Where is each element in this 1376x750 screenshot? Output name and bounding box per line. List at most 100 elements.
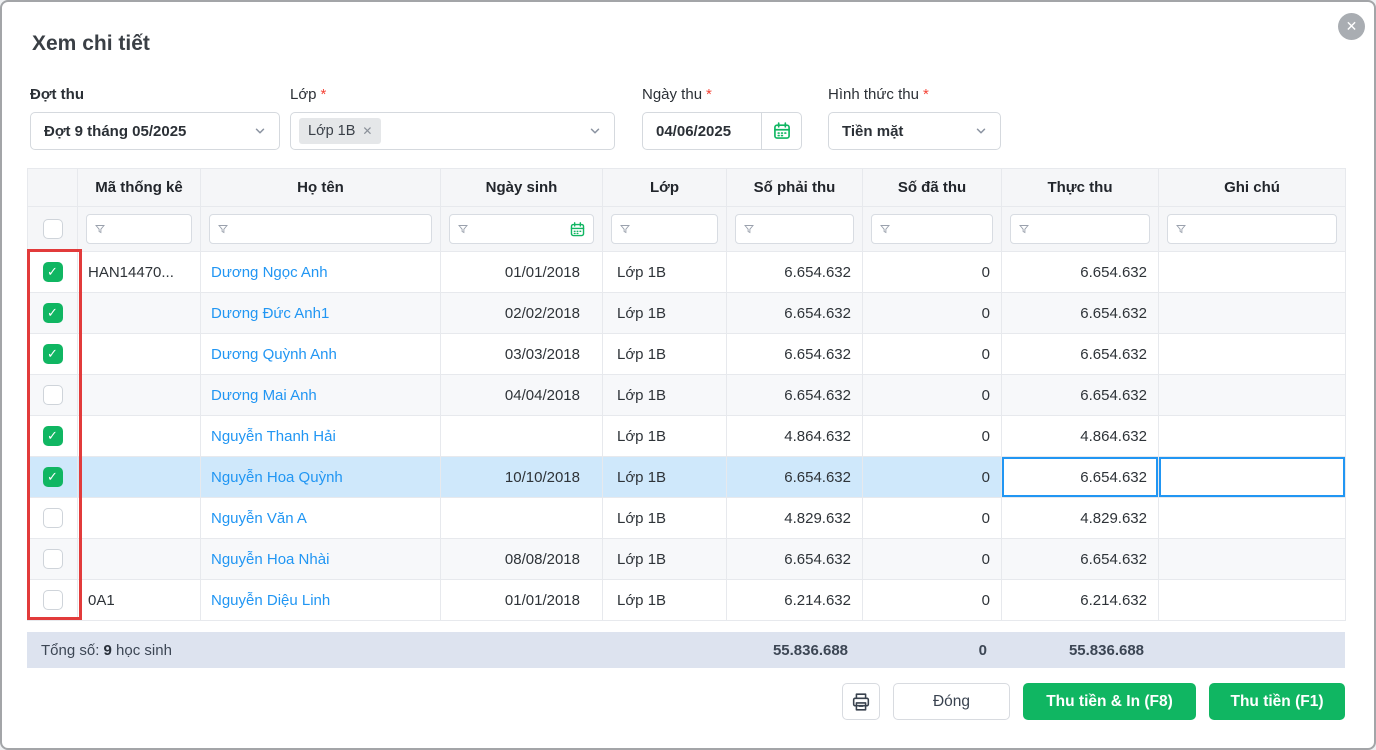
tag-remove-icon[interactable]: ✕ (362, 124, 372, 138)
cell-dob[interactable] (440, 415, 603, 457)
cell-paid[interactable]: 0 (862, 292, 1002, 334)
cell-due[interactable]: 6.654.632 (726, 333, 863, 375)
cell-due[interactable]: 6.654.632 (726, 251, 863, 293)
cell-actual[interactable]: 6.214.632 (1001, 579, 1159, 621)
student-name-link[interactable]: Dương Đức Anh1 (211, 305, 329, 322)
row-checkbox-unchecked[interactable] (42, 590, 63, 610)
close-dialog-button[interactable]: Đóng (893, 683, 1010, 720)
cell-dob[interactable]: 03/03/2018 (440, 333, 603, 375)
close-icon[interactable]: ✕ (1338, 13, 1365, 40)
student-name-link[interactable]: Nguyễn Thanh Hải (211, 428, 336, 445)
cell-paid[interactable]: 0 (862, 538, 1002, 580)
cell-paid[interactable]: 0 (862, 579, 1002, 621)
filter-due-input[interactable] (735, 214, 854, 244)
cell-note[interactable] (1158, 333, 1346, 375)
student-name-link[interactable]: Nguyễn Văn A (211, 510, 307, 527)
cell-class[interactable]: Lớp 1B (602, 292, 727, 334)
collect-button[interactable]: Thu tiền (F1) (1209, 683, 1345, 720)
cell-class[interactable]: Lớp 1B (602, 497, 727, 539)
cell-actual[interactable]: 6.654.632 (1001, 374, 1159, 416)
cell-paid[interactable]: 0 (862, 333, 1002, 375)
student-name-link[interactable]: Nguyễn Hoa Quỳnh (211, 469, 343, 486)
print-button[interactable] (842, 683, 880, 720)
student-name-link[interactable]: Dương Mai Anh (211, 387, 317, 404)
filter-class-input[interactable] (611, 214, 718, 244)
cell-due[interactable]: 4.864.632 (726, 415, 863, 457)
row-checkbox-unchecked[interactable] (42, 549, 63, 569)
cell-note[interactable] (1158, 415, 1346, 457)
cell-dob[interactable] (440, 497, 603, 539)
cell-due[interactable]: 4.829.632 (726, 497, 863, 539)
cell-code[interactable]: HAN14470... (77, 251, 201, 293)
row-checkbox-unchecked[interactable] (42, 508, 63, 528)
cell-class[interactable]: Lớp 1B (602, 251, 727, 293)
filter-dob-input[interactable] (449, 214, 594, 244)
ngay-thu-date-input[interactable]: 04/06/2025 (642, 112, 802, 150)
cell-note-editor[interactable] (1158, 456, 1346, 498)
student-name-link[interactable]: Dương Ngọc Anh (211, 264, 328, 281)
filter-note-input[interactable] (1167, 214, 1337, 244)
cell-dob[interactable]: 08/08/2018 (440, 538, 603, 580)
cell-note[interactable] (1158, 292, 1346, 334)
cell-actual[interactable]: 6.654.632 (1001, 251, 1159, 293)
cell-dob[interactable]: 04/04/2018 (440, 374, 603, 416)
cell-class[interactable]: Lớp 1B (602, 538, 727, 580)
cell-actual-editor[interactable]: 6.654.632 (1001, 456, 1159, 498)
row-checkbox-checked[interactable]: ✓ (42, 344, 63, 364)
cell-note[interactable] (1158, 497, 1346, 539)
cell-dob[interactable]: 01/01/2018 (440, 579, 603, 621)
student-name-link[interactable]: Nguyễn Hoa Nhài (211, 551, 329, 568)
cell-code[interactable] (77, 538, 201, 580)
cell-code[interactable] (77, 497, 201, 539)
cell-due[interactable]: 6.214.632 (726, 579, 863, 621)
cell-paid[interactable]: 0 (862, 497, 1002, 539)
filter-code-input[interactable] (86, 214, 192, 244)
cell-actual[interactable]: 4.864.632 (1001, 415, 1159, 457)
select-all-checkbox[interactable] (42, 219, 63, 239)
cell-paid[interactable]: 0 (862, 251, 1002, 293)
student-name-link[interactable]: Nguyễn Diệu Linh (211, 592, 330, 609)
cell-actual[interactable]: 6.654.632 (1001, 538, 1159, 580)
cell-due[interactable]: 6.654.632 (726, 292, 863, 334)
cell-actual[interactable]: 6.654.632 (1001, 333, 1159, 375)
cell-due[interactable]: 6.654.632 (726, 456, 863, 498)
row-checkbox-unchecked[interactable] (42, 385, 63, 405)
cell-note[interactable] (1158, 579, 1346, 621)
dot-thu-select[interactable]: Đợt 9 tháng 05/2025 (30, 112, 280, 150)
cell-class[interactable]: Lớp 1B (602, 456, 727, 498)
cell-dob[interactable]: 10/10/2018 (440, 456, 603, 498)
row-checkbox-checked[interactable]: ✓ (42, 426, 63, 446)
cell-class[interactable]: Lớp 1B (602, 374, 727, 416)
cell-class[interactable]: Lớp 1B (602, 415, 727, 457)
cell-actual[interactable]: 6.654.632 (1001, 292, 1159, 334)
cell-due[interactable]: 6.654.632 (726, 538, 863, 580)
collect-and-print-button[interactable]: Thu tiền & In (F8) (1023, 683, 1196, 720)
cell-code[interactable] (77, 374, 201, 416)
row-checkbox-checked[interactable]: ✓ (42, 467, 63, 487)
cell-class[interactable]: Lớp 1B (602, 579, 727, 621)
cell-class[interactable]: Lớp 1B (602, 333, 727, 375)
calendar-icon[interactable] (569, 221, 586, 238)
cell-actual[interactable]: 4.829.632 (1001, 497, 1159, 539)
cell-code[interactable]: 0A1 (77, 579, 201, 621)
cell-paid[interactable]: 0 (862, 415, 1002, 457)
calendar-icon[interactable] (761, 113, 801, 149)
cell-paid[interactable]: 0 (862, 374, 1002, 416)
cell-note[interactable] (1158, 538, 1346, 580)
cell-note[interactable] (1158, 374, 1346, 416)
filter-actual-input[interactable] (1010, 214, 1150, 244)
hinh-thuc-thu-select[interactable]: Tiền mặt (828, 112, 1001, 150)
cell-dob[interactable]: 02/02/2018 (440, 292, 603, 334)
row-checkbox-checked[interactable]: ✓ (42, 303, 63, 323)
lop-multiselect[interactable]: Lớp 1B ✕ (290, 112, 615, 150)
cell-code[interactable] (77, 415, 201, 457)
row-checkbox-checked[interactable]: ✓ (42, 262, 63, 282)
filter-paid-input[interactable] (871, 214, 993, 244)
cell-note[interactable] (1158, 251, 1346, 293)
cell-paid[interactable]: 0 (862, 456, 1002, 498)
cell-code[interactable] (77, 333, 201, 375)
cell-due[interactable]: 6.654.632 (726, 374, 863, 416)
cell-code[interactable] (77, 292, 201, 334)
cell-dob[interactable]: 01/01/2018 (440, 251, 603, 293)
cell-code[interactable] (77, 456, 201, 498)
